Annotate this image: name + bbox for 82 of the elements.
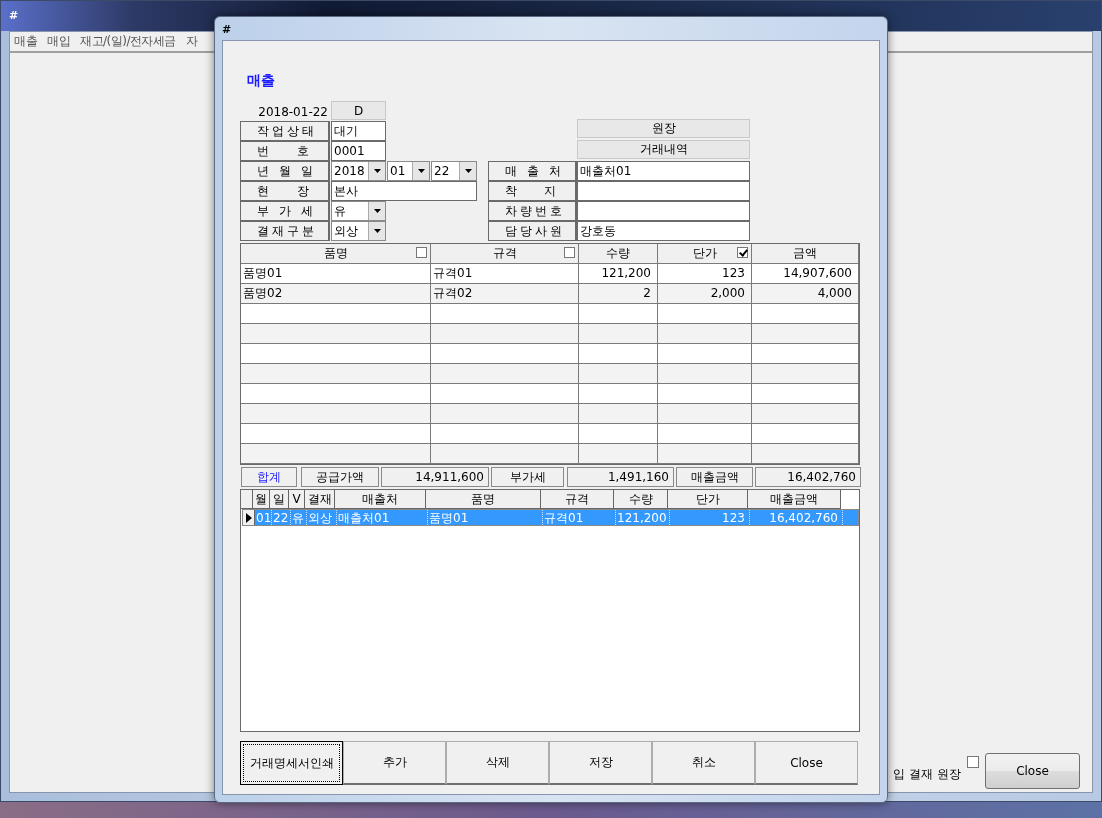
field-label: 년 월 일 xyxy=(240,161,330,181)
menu-item[interactable]: 매입 xyxy=(47,33,70,50)
total-label: 매출금액 xyxy=(676,467,753,487)
text-field[interactable]: 0001 xyxy=(331,141,386,161)
field-label: 담당사원 xyxy=(488,221,577,241)
grid-cell: 2,000 xyxy=(658,284,752,304)
action-button[interactable]: 저장 xyxy=(549,741,652,785)
option-label: 입 결재 원장 xyxy=(893,765,961,783)
menu-item[interactable]: 자 xyxy=(185,33,198,50)
column-header: 단가 xyxy=(668,490,748,509)
date-button[interactable]: D xyxy=(331,101,386,120)
list-cell: 외상 xyxy=(307,510,337,525)
form-heading: 매출 xyxy=(246,72,276,90)
list-cell: 유 xyxy=(291,510,307,525)
list-cell: 22 xyxy=(272,510,291,525)
column-header: 규격 xyxy=(431,244,579,264)
dropdown[interactable]: 유 xyxy=(331,201,386,221)
list-cell: 매출처01 xyxy=(337,510,428,525)
row-selector[interactable] xyxy=(243,510,255,525)
column-header: 품명 xyxy=(241,244,431,264)
list-cell: 121,200 xyxy=(616,510,670,525)
date-text: 2018-01-22 xyxy=(257,104,329,121)
grid-cell: 품명02 xyxy=(241,284,431,304)
option-checkbox[interactable] xyxy=(967,756,979,768)
field-label: 착 지 xyxy=(488,181,577,201)
dropdown[interactable]: 22 xyxy=(431,161,477,181)
column-header: 결재 xyxy=(305,490,335,509)
header-checkbox[interactable] xyxy=(416,247,427,258)
grid-cell: 규격02 xyxy=(431,284,579,304)
field-label: 부 가 세 xyxy=(240,201,330,221)
action-button[interactable]: 취소 xyxy=(652,741,755,785)
close-button[interactable]: Close xyxy=(985,753,1080,789)
text-field[interactable]: 매출처01 xyxy=(577,161,750,181)
row-pointer-icon xyxy=(245,512,252,523)
text-field[interactable] xyxy=(577,201,750,221)
field-label: 차량번호 xyxy=(488,201,577,221)
dropdown[interactable]: 01 xyxy=(387,161,430,181)
field-label: 번 호 xyxy=(240,141,330,161)
text-field[interactable]: 대기 xyxy=(331,121,386,141)
total-label: 공급가액 xyxy=(301,467,379,487)
action-button[interactable]: 추가 xyxy=(343,741,446,785)
field-label: 작업상태 xyxy=(240,121,330,141)
column-header: 금액 xyxy=(752,244,859,264)
form-button[interactable]: 원장 xyxy=(577,119,750,138)
column-header: 품명 xyxy=(426,490,541,509)
column-header: 수량 xyxy=(579,244,658,264)
totals-label: 합계 xyxy=(241,467,297,487)
action-button[interactable]: 거래명세서인쇄 xyxy=(240,741,343,785)
total-value: 14,911,600 xyxy=(381,467,489,487)
header-checkbox[interactable] xyxy=(564,247,575,258)
action-button[interactable]: Close xyxy=(755,741,858,785)
grid-cell: 2 xyxy=(579,284,658,304)
dropdown[interactable]: 외상 xyxy=(331,221,386,241)
menu-item[interactable]: 재고/(일)/전자세금 xyxy=(80,33,176,50)
text-field[interactable]: 본사 xyxy=(331,181,477,201)
menu-item[interactable]: 매출 xyxy=(14,33,37,50)
list-cell: 123 xyxy=(670,510,750,525)
form-button[interactable]: 거래내역 xyxy=(577,140,750,159)
column-header: 매출처 xyxy=(335,490,426,509)
column-header: 매출금액 xyxy=(748,490,841,509)
text-field[interactable]: 강호동 xyxy=(577,221,750,241)
action-button[interactable]: 삭제 xyxy=(446,741,549,785)
column-header: 단가 xyxy=(658,244,752,264)
list-cell: 16,402,760 xyxy=(750,510,843,525)
grid-cell: 4,000 xyxy=(752,284,859,304)
field-label: 결재구분 xyxy=(240,221,330,241)
total-label: 부가세 xyxy=(491,467,564,487)
dropdown[interactable]: 2018 xyxy=(331,161,386,181)
column-header: V xyxy=(289,490,305,509)
header-checkbox[interactable] xyxy=(737,247,748,258)
field-label: 매 출 처 xyxy=(488,161,577,181)
field-label: 현 장 xyxy=(240,181,330,201)
column-header: 월 xyxy=(253,490,270,509)
list-cell: 품명01 xyxy=(428,510,543,525)
list-cell: 01 xyxy=(255,510,272,525)
total-value: 1,491,160 xyxy=(567,467,674,487)
list-cell: 규격01 xyxy=(543,510,616,525)
text-field[interactable] xyxy=(577,181,750,201)
column-header: 수량 xyxy=(614,490,668,509)
column-header: 일 xyxy=(270,490,289,509)
column-header: 규격 xyxy=(541,490,614,509)
total-value: 16,402,760 xyxy=(755,467,861,487)
